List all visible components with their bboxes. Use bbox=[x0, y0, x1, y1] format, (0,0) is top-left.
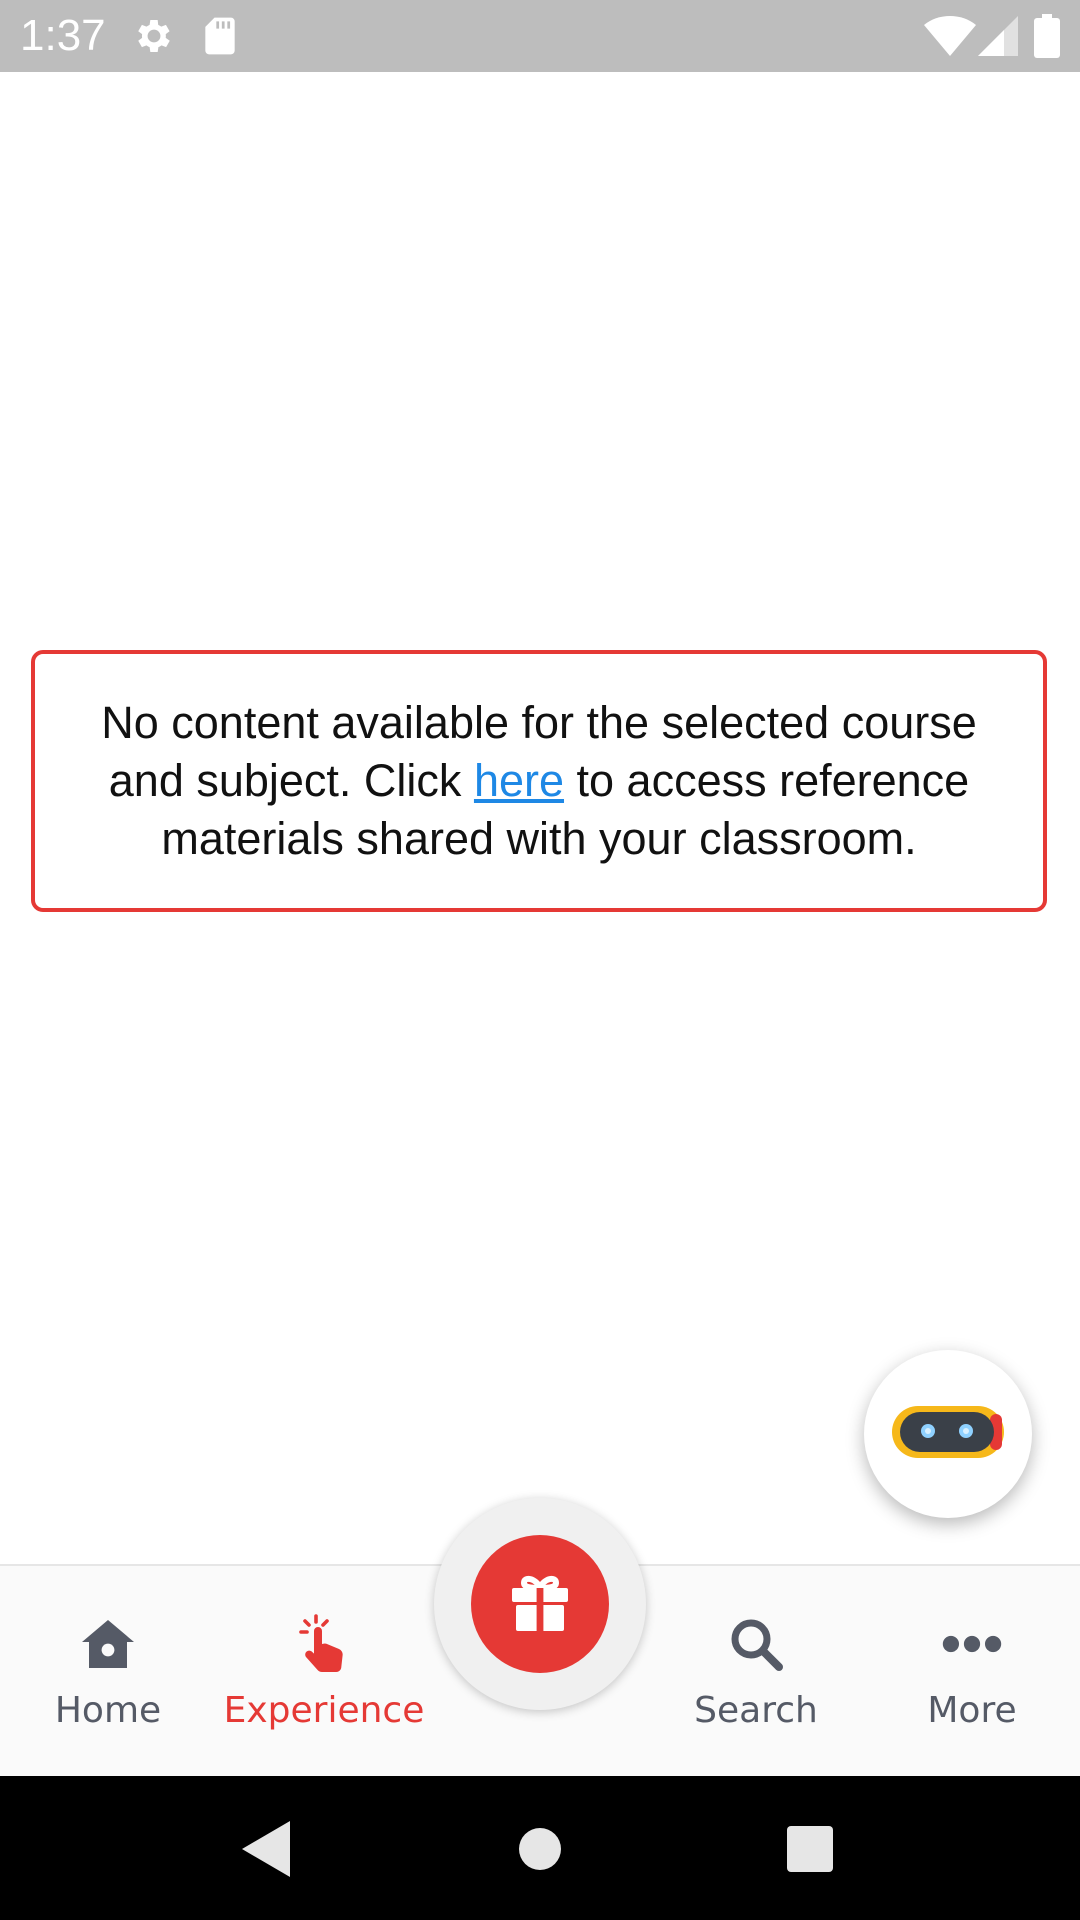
nav-label-more: More bbox=[927, 1690, 1017, 1731]
nav-item-search[interactable]: Search bbox=[648, 1566, 864, 1776]
empty-state-message: No content available for the selected co… bbox=[65, 694, 1013, 868]
battery-icon bbox=[1034, 14, 1060, 58]
status-bar: 1:37 bbox=[0, 0, 1080, 72]
reference-materials-link[interactable]: here bbox=[474, 755, 564, 806]
cell-signal-icon bbox=[978, 14, 1018, 58]
wifi-icon bbox=[924, 14, 976, 58]
robot-icon bbox=[890, 1402, 1006, 1467]
gift-button[interactable] bbox=[434, 1498, 646, 1710]
search-icon bbox=[726, 1614, 786, 1674]
system-navigation-bar bbox=[0, 1776, 1080, 1920]
nav-item-home[interactable]: Home bbox=[0, 1566, 216, 1776]
back-icon[interactable] bbox=[232, 1814, 302, 1884]
more-dots-icon bbox=[942, 1614, 1002, 1674]
nav-label-home: Home bbox=[54, 1690, 162, 1731]
nav-item-experience[interactable]: Experience bbox=[216, 1566, 432, 1776]
recents-icon[interactable] bbox=[775, 1814, 845, 1884]
home-circle-icon[interactable] bbox=[505, 1814, 575, 1884]
nav-label-experience: Experience bbox=[223, 1690, 425, 1731]
nav-item-more[interactable]: More bbox=[864, 1566, 1080, 1776]
home-icon bbox=[78, 1614, 138, 1674]
empty-state-message-box: No content available for the selected co… bbox=[31, 650, 1047, 912]
gift-icon bbox=[508, 1570, 572, 1639]
status-time: 1:37 bbox=[20, 11, 106, 60]
settings-icon bbox=[132, 14, 176, 58]
nav-label-search: Search bbox=[694, 1690, 818, 1731]
tap-hand-icon bbox=[294, 1614, 354, 1674]
assistant-button[interactable] bbox=[864, 1350, 1032, 1518]
gift-button-inner bbox=[471, 1535, 609, 1673]
sd-card-icon bbox=[198, 14, 242, 58]
screen: 1:37 No content available for the select… bbox=[0, 0, 1080, 1920]
